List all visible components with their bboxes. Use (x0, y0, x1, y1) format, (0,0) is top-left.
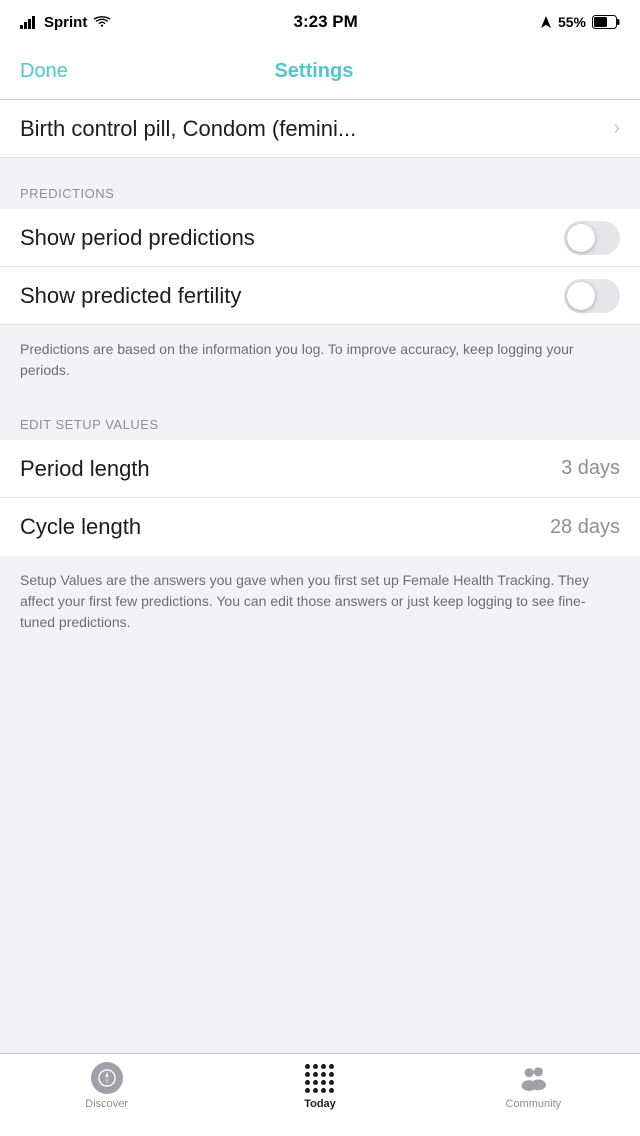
dot-3 (321, 1064, 326, 1069)
tab-discover[interactable]: Discover (0, 1062, 213, 1110)
location-icon (540, 15, 552, 29)
tab-today[interactable]: Today (213, 1062, 426, 1110)
dot-9 (305, 1080, 310, 1085)
show-predicted-fertility-label: Show predicted fertility (20, 283, 241, 309)
carrier-label: Sprint (44, 14, 87, 31)
status-left: Sprint (20, 14, 111, 31)
cycle-length-value: 28 days (550, 516, 620, 539)
birth-control-label: Birth control pill, Condom (femini... (20, 116, 356, 142)
battery-icon (592, 15, 620, 29)
dot-15 (321, 1088, 326, 1093)
birth-control-chevron: › (613, 117, 620, 140)
today-icon-container (304, 1062, 336, 1094)
predictions-rows: Show period predictions Show predicted f… (0, 209, 640, 325)
show-predicted-fertility-row: Show predicted fertility (0, 267, 640, 325)
show-period-predictions-toggle[interactable] (564, 221, 620, 255)
dot-14 (313, 1088, 318, 1093)
dot-6 (313, 1072, 318, 1077)
discover-icon-container (91, 1062, 123, 1094)
wifi-icon (93, 15, 111, 29)
community-svg (517, 1063, 549, 1093)
discover-label: Discover (85, 1098, 128, 1110)
dot-7 (321, 1072, 326, 1077)
dot-16 (329, 1088, 334, 1093)
edit-setup-header: EDIT SETUP VALUES (0, 399, 640, 440)
compass-icon (91, 1062, 123, 1094)
nav-bar: Done Settings (0, 44, 640, 100)
edit-setup-rows: Period length 3 days Cycle length 28 day… (0, 440, 640, 556)
done-button[interactable]: Done (20, 60, 68, 83)
compass-svg (98, 1069, 116, 1087)
cycle-length-row[interactable]: Cycle length 28 days (0, 498, 640, 556)
signal-icon (20, 15, 38, 29)
tab-bar: Discover Today (0, 1053, 640, 1136)
period-length-value: 3 days (561, 457, 620, 480)
predictions-header: PREDICTIONS (0, 168, 640, 209)
dot-12 (329, 1080, 334, 1085)
period-length-label: Period length (20, 456, 150, 482)
tab-community[interactable]: Community (427, 1062, 640, 1110)
community-icon-container (517, 1062, 549, 1094)
gap-1 (0, 158, 640, 168)
dot-grid-icon (305, 1064, 334, 1093)
predictions-section: PREDICTIONS Show period predictions Show… (0, 168, 640, 399)
status-right: 55% (540, 14, 620, 30)
edit-setup-note: Setup Values are the answers you gave wh… (0, 556, 640, 651)
dot-13 (305, 1088, 310, 1093)
dot-8 (329, 1072, 334, 1077)
status-bar: Sprint 3:23 PM 55% (0, 0, 640, 44)
status-time: 3:23 PM (294, 12, 358, 32)
dot-10 (313, 1080, 318, 1085)
dot-2 (313, 1064, 318, 1069)
community-label: Community (506, 1098, 562, 1110)
content-area: Birth control pill, Condom (femini... › … (0, 100, 640, 1053)
toggle-knob-fertility (567, 282, 595, 310)
show-period-predictions-row: Show period predictions (0, 209, 640, 267)
show-period-predictions-label: Show period predictions (20, 225, 255, 251)
dot-11 (321, 1080, 326, 1085)
settings-title: Settings (274, 60, 353, 83)
battery-label: 55% (558, 14, 586, 30)
dot-1 (305, 1064, 310, 1069)
edit-setup-section: EDIT SETUP VALUES Period length 3 days C… (0, 399, 640, 651)
dot-4 (329, 1064, 334, 1069)
today-label: Today (304, 1098, 336, 1110)
toggle-knob-period (567, 224, 595, 252)
birth-control-row[interactable]: Birth control pill, Condom (femini... › (0, 100, 640, 158)
show-predicted-fertility-toggle[interactable] (564, 279, 620, 313)
cycle-length-label: Cycle length (20, 514, 141, 540)
birth-control-section: Birth control pill, Condom (femini... › (0, 100, 640, 158)
dot-5 (305, 1072, 310, 1077)
predictions-note: Predictions are based on the information… (0, 325, 640, 399)
period-length-row[interactable]: Period length 3 days (0, 440, 640, 498)
